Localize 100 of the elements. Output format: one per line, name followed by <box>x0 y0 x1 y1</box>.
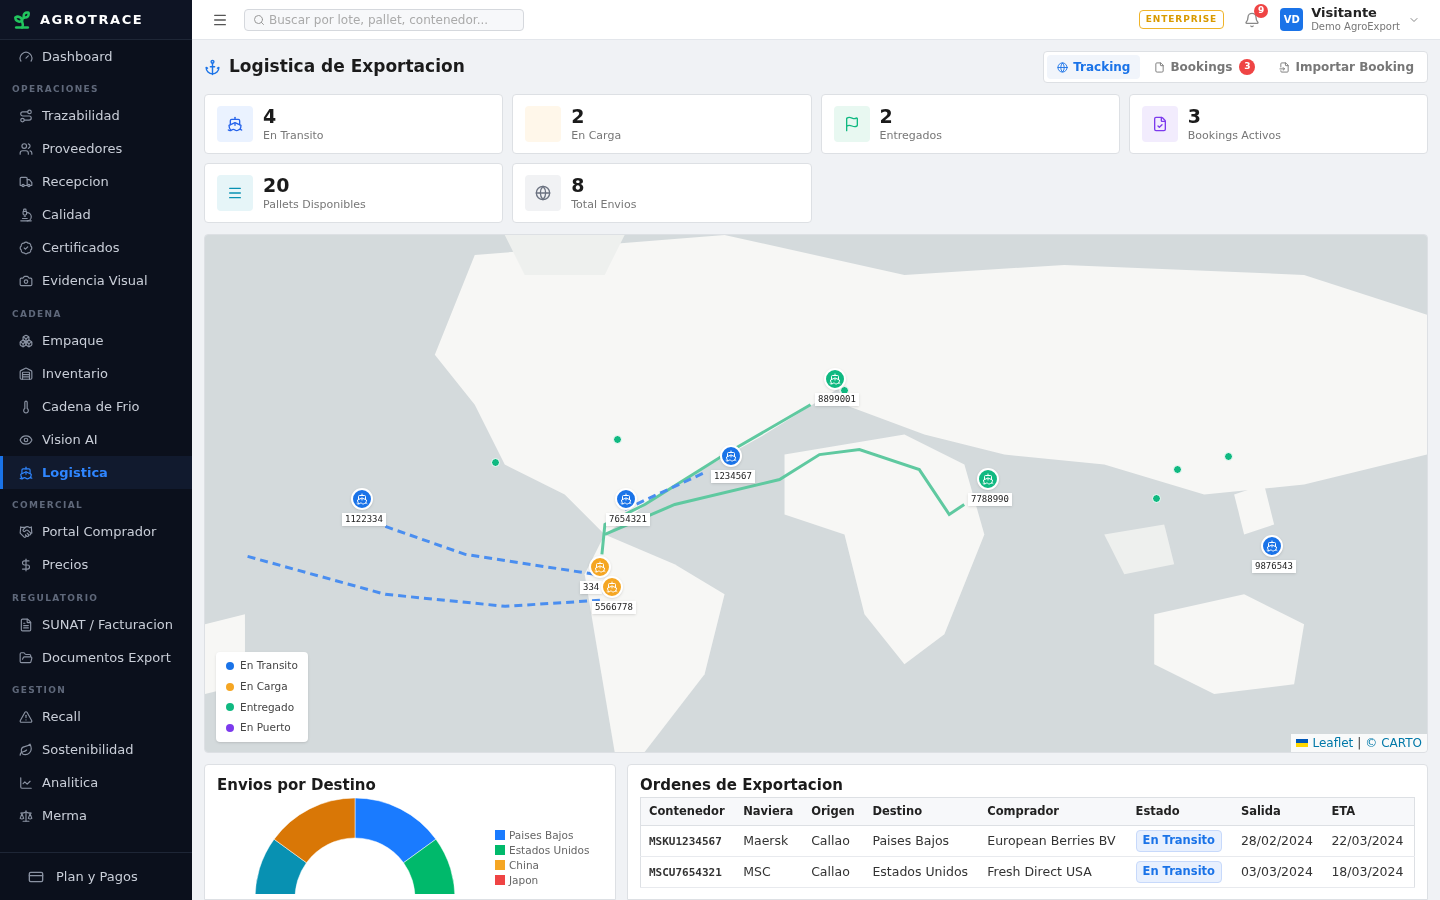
anchor-icon <box>204 58 221 76</box>
sidebar-item[interactable]: Inventario <box>0 357 192 390</box>
plan-link[interactable]: Plan y Pagos <box>0 866 166 887</box>
tab[interactable]: Bookings 3 <box>1144 55 1266 79</box>
truck-icon <box>19 175 33 189</box>
handshake-icon <box>19 525 33 539</box>
sidebar-item[interactable]: Dashboard <box>0 40 192 73</box>
sidebar-item[interactable]: Sostenibilidad <box>0 733 192 767</box>
gauge-icon <box>19 49 33 64</box>
tab[interactable]: Tracking <box>1047 55 1141 79</box>
import-icon <box>1279 61 1291 73</box>
column-header: ETA <box>1323 797 1415 826</box>
dollar-icon <box>19 558 33 572</box>
status-tag: En Transito <box>1135 830 1222 852</box>
sidebar-item[interactable]: Trazabilidad <box>0 99 192 133</box>
legend-label: En Carga <box>240 678 288 694</box>
sidebar-item[interactable]: Cadena de Frio <box>0 390 192 423</box>
table-cell: MSCU7654321 <box>649 865 722 879</box>
leaflet-link[interactable]: Leaflet <box>1312 734 1354 752</box>
ship-icon <box>982 473 994 485</box>
column-header: Naviera <box>735 797 804 826</box>
sidebar-item[interactable]: Proveedores <box>0 132 192 166</box>
sidebar-item[interactable]: Recepcion <box>0 165 192 199</box>
legend-label: Japon <box>509 873 539 887</box>
section-heading: GESTION <box>11 684 68 697</box>
map-panel[interactable]: 8899001 1234567 7788990 1122334 7654321 9876543 334 5566778 En Transito En Carga Entregado En Puerto Leaflet | © CARTO <box>204 234 1428 753</box>
chart-icon <box>19 776 33 790</box>
camera-icon <box>19 274 33 288</box>
sidebar-item[interactable]: Vision AI <box>0 423 192 456</box>
stat-label: En Carga <box>571 129 622 143</box>
legend-label: Estados Unidos <box>509 843 590 857</box>
users-icon <box>19 142 33 156</box>
section-heading: COMERCIAL <box>11 499 85 512</box>
sidebar-item[interactable]: Logistica <box>0 456 192 489</box>
user-avatar[interactable]: VD <box>1280 8 1304 31</box>
sidebar-item[interactable]: Analitica <box>0 766 192 800</box>
table-cell: 18/03/2024 <box>1331 863 1404 879</box>
table-cell: Paises Bajos <box>872 832 950 848</box>
tab-badge: 3 <box>1239 59 1256 75</box>
page-title: Logistica de Exportacion <box>229 55 465 79</box>
user-name: Visitante <box>1311 5 1378 22</box>
ship-icon <box>620 493 632 505</box>
column-header: Estado <box>1127 797 1233 826</box>
legend-label: En Transito <box>240 658 298 673</box>
search-field[interactable]: Buscar por lote, pallet, contenedor... <box>244 8 524 31</box>
section-heading: REGULATORIO <box>11 591 100 605</box>
sidebar-item[interactable]: Documentos Export <box>0 641 192 674</box>
notification-count: 9 <box>1254 3 1269 18</box>
warning-icon <box>19 710 33 724</box>
carto-link[interactable]: © CARTO <box>1365 734 1422 752</box>
table-cell: MSC <box>743 863 771 879</box>
column-header: Comprador <box>979 797 1128 826</box>
container-label: 7654321 <box>606 513 650 526</box>
table-cell: Callao <box>811 863 850 879</box>
legend-label: En Puerto <box>240 720 291 736</box>
folder-icon <box>19 650 33 665</box>
table-cell: Estados Unidos <box>872 863 969 879</box>
sidebar-item[interactable]: Evidencia Visual <box>0 264 192 298</box>
sidebar-item[interactable]: Precios <box>0 548 192 582</box>
sprout-logo-icon <box>12 9 32 30</box>
table-cell: Callao <box>811 832 850 848</box>
ship-icon <box>356 493 368 505</box>
boxes-icon <box>19 333 33 348</box>
flag-icon <box>1296 739 1309 747</box>
document-icon <box>1154 61 1166 73</box>
section-heading: CADENA <box>11 307 63 321</box>
brand-name: AGROTRACE <box>40 10 144 29</box>
container-label: 334 <box>580 581 603 594</box>
sidebar-item[interactable]: Calidad <box>0 198 192 232</box>
table-cell: 03/03/2024 <box>1240 863 1313 879</box>
legend-label: China <box>509 858 539 872</box>
globe-icon <box>1057 61 1069 73</box>
sidebar-item[interactable]: Empaque <box>0 324 192 357</box>
stat-value: 8 <box>571 174 586 198</box>
stat-value: 2 <box>571 105 586 129</box>
sidebar-item[interactable]: Merma <box>0 799 192 833</box>
leaf-icon <box>19 743 33 757</box>
column-header: Destino <box>864 797 980 826</box>
sidebar-item[interactable]: Certificados <box>0 231 192 265</box>
ship-icon <box>606 581 618 593</box>
column-header: Contenedor <box>640 797 736 826</box>
route-icon <box>19 109 33 123</box>
warehouse-icon <box>19 366 33 381</box>
column-header: Origen <box>803 797 865 826</box>
sidebar-item[interactable]: SUNAT / Facturacion <box>0 608 192 641</box>
stat-label: Pallets Disponibles <box>263 198 366 212</box>
column-header: Salida <box>1232 797 1324 826</box>
eye-icon <box>19 432 33 447</box>
sidebar-item[interactable]: Portal Comprador <box>0 515 192 549</box>
ship-icon <box>594 561 606 573</box>
stat-label: En Transito <box>263 129 324 143</box>
user-company: Demo AgroExport <box>1311 21 1400 34</box>
table-cell: 28/02/2024 <box>1240 832 1313 848</box>
sidebar-item[interactable]: Recall <box>0 700 192 734</box>
badge-icon <box>19 241 33 255</box>
table-cell: MSKU1234567 <box>649 834 722 848</box>
stat-label: Entregados <box>879 129 942 143</box>
ship-icon <box>19 465 33 480</box>
tab[interactable]: Importar Booking <box>1269 55 1424 79</box>
table-cell: Maersk <box>743 832 789 848</box>
